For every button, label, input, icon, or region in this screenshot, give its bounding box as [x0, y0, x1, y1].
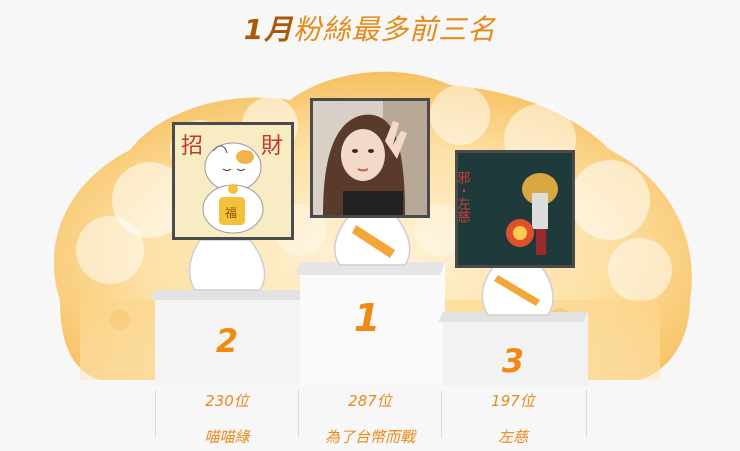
divider	[586, 390, 587, 438]
girl-selfie-avatar[interactable]	[310, 98, 430, 218]
rank-number-3: 3	[501, 342, 525, 380]
fan-name[interactable]: 喵喵綠	[157, 426, 297, 447]
winner-3-stat: 197位 左慈	[443, 390, 583, 447]
divider	[155, 390, 156, 438]
lucky-cat-avatar[interactable]: 招 財 福	[172, 122, 294, 240]
badge-left-text: 招	[181, 134, 203, 159]
podium-illustration	[53, 71, 692, 451]
fan-count: 287位	[348, 392, 392, 410]
character-caption: 邪・左慈	[458, 171, 470, 223]
game-character-avatar[interactable]: 邪・左慈	[455, 150, 575, 268]
divider	[298, 390, 299, 438]
winner-1-stat: 287位 為了台幣而戰	[300, 390, 440, 447]
fan-name[interactable]: 左慈	[443, 426, 583, 447]
rank-number-2: 2	[215, 322, 239, 360]
rank-number-1: 1	[353, 296, 381, 340]
winner-2-stat: 230位 喵喵綠	[157, 390, 297, 447]
badge-mid-text: 福	[225, 205, 237, 220]
divider	[441, 390, 442, 438]
fan-count: 197位	[491, 392, 535, 410]
fan-count: 230位	[205, 392, 249, 410]
badge-right-text: 財	[261, 134, 283, 159]
fan-name[interactable]: 為了台幣而戰	[300, 426, 440, 447]
